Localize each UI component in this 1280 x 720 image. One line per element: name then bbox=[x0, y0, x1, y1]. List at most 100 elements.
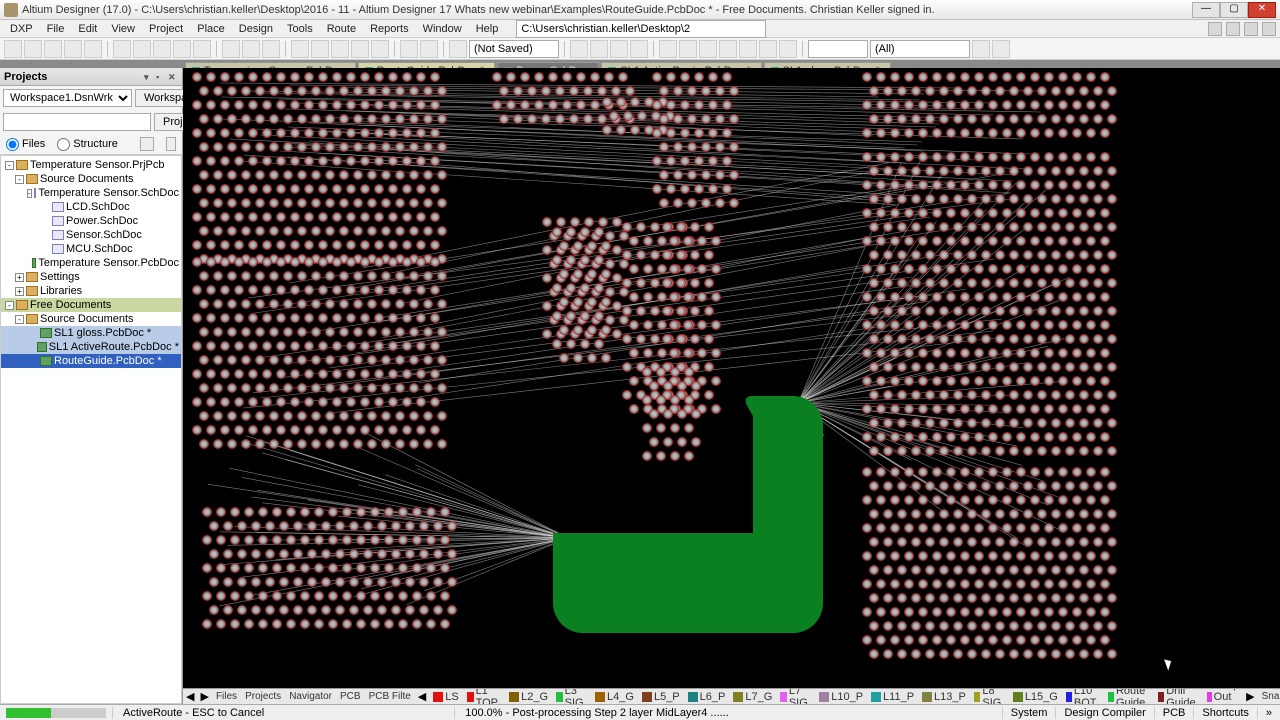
bga-pad[interactable] bbox=[270, 440, 278, 448]
bga-pad[interactable] bbox=[947, 181, 955, 189]
bga-pad[interactable] bbox=[1031, 73, 1039, 81]
bga-pad[interactable] bbox=[996, 363, 1004, 371]
bga-pad[interactable] bbox=[305, 101, 313, 109]
bga-pad[interactable] bbox=[273, 536, 281, 544]
bga-pad[interactable] bbox=[574, 270, 582, 278]
bga-pad[interactable] bbox=[1073, 153, 1081, 161]
bga-pad[interactable] bbox=[382, 440, 390, 448]
bga-pad[interactable] bbox=[347, 241, 355, 249]
bga-pad[interactable] bbox=[996, 335, 1004, 343]
bga-pad[interactable] bbox=[417, 185, 425, 193]
bga-pad[interactable] bbox=[674, 115, 682, 123]
bga-pad[interactable] bbox=[1073, 405, 1081, 413]
bga-pad[interactable] bbox=[933, 405, 941, 413]
bga-pad[interactable] bbox=[375, 370, 383, 378]
bga-pad[interactable] bbox=[245, 508, 253, 516]
bga-pad[interactable] bbox=[431, 258, 439, 266]
bga-pad[interactable] bbox=[581, 340, 589, 348]
bga-pad[interactable] bbox=[677, 223, 685, 231]
bga-pad[interactable] bbox=[1024, 622, 1032, 630]
bga-pad[interactable] bbox=[305, 286, 313, 294]
bga-pad[interactable] bbox=[954, 279, 962, 287]
bga-pad[interactable] bbox=[396, 440, 404, 448]
bga-pad[interactable] bbox=[989, 433, 997, 441]
bga-pad[interactable] bbox=[975, 101, 983, 109]
bga-pad[interactable] bbox=[610, 112, 618, 120]
bga-pad[interactable] bbox=[298, 384, 306, 392]
bga-pad[interactable] bbox=[996, 391, 1004, 399]
bga-pad[interactable] bbox=[410, 227, 418, 235]
bga-pad[interactable] bbox=[1052, 510, 1060, 518]
bga-pad[interactable] bbox=[863, 580, 871, 588]
bga-pad[interactable] bbox=[947, 433, 955, 441]
bga-pad[interactable] bbox=[361, 129, 369, 137]
bga-pad[interactable] bbox=[617, 98, 625, 106]
bga-pad[interactable] bbox=[1017, 293, 1025, 301]
bga-pad[interactable] bbox=[891, 636, 899, 644]
bga-pad[interactable] bbox=[207, 258, 215, 266]
bga-pad[interactable] bbox=[312, 199, 320, 207]
bga-pad[interactable] bbox=[203, 620, 211, 628]
bga-pad[interactable] bbox=[221, 426, 229, 434]
bga-pad[interactable] bbox=[1045, 636, 1053, 644]
bga-pad[interactable] bbox=[417, 157, 425, 165]
bga-pad[interactable] bbox=[431, 129, 439, 137]
bga-pad[interactable] bbox=[570, 87, 578, 95]
bga-pad[interactable] bbox=[389, 213, 397, 221]
bga-pad[interactable] bbox=[231, 536, 239, 544]
bga-pad[interactable] bbox=[905, 237, 913, 245]
bga-pad[interactable] bbox=[263, 241, 271, 249]
bga-pad[interactable] bbox=[438, 328, 446, 336]
bga-pad[interactable] bbox=[577, 101, 585, 109]
bga-pad[interactable] bbox=[1003, 468, 1011, 476]
bga-pad[interactable] bbox=[961, 153, 969, 161]
bga-pad[interactable] bbox=[417, 241, 425, 249]
bga-pad[interactable] bbox=[382, 143, 390, 151]
menu-file[interactable]: File bbox=[41, 21, 71, 37]
bga-pad[interactable] bbox=[996, 115, 1004, 123]
bga-pad[interactable] bbox=[870, 115, 878, 123]
bga-pad[interactable] bbox=[905, 209, 913, 217]
bga-pad[interactable] bbox=[968, 538, 976, 546]
bga-pad[interactable] bbox=[919, 293, 927, 301]
bga-pad[interactable] bbox=[326, 171, 334, 179]
bga-pad[interactable] bbox=[1108, 251, 1116, 259]
bga-pad[interactable] bbox=[919, 265, 927, 273]
bga-pad[interactable] bbox=[1108, 650, 1116, 658]
bga-pad[interactable] bbox=[688, 87, 696, 95]
bga-pad[interactable] bbox=[284, 384, 292, 392]
bga-pad[interactable] bbox=[347, 314, 355, 322]
bga-pad[interactable] bbox=[389, 73, 397, 81]
bga-pad[interactable] bbox=[968, 594, 976, 602]
bga-pad[interactable] bbox=[371, 620, 379, 628]
bga-pad[interactable] bbox=[685, 424, 693, 432]
bga-pad[interactable] bbox=[319, 213, 327, 221]
bga-pad[interactable] bbox=[1024, 391, 1032, 399]
bga-pad[interactable] bbox=[730, 115, 738, 123]
bga-pad[interactable] bbox=[884, 115, 892, 123]
bga-pad[interactable] bbox=[312, 115, 320, 123]
bga-pad[interactable] bbox=[884, 223, 892, 231]
bga-pad[interactable] bbox=[389, 241, 397, 249]
bga-pad[interactable] bbox=[249, 73, 257, 81]
bga-pad[interactable] bbox=[1038, 447, 1046, 455]
bga-pad[interactable] bbox=[1038, 195, 1046, 203]
bga-pad[interactable] bbox=[263, 398, 271, 406]
bga-pad[interactable] bbox=[653, 129, 661, 137]
bga-pad[interactable] bbox=[389, 157, 397, 165]
bga-pad[interactable] bbox=[322, 522, 330, 530]
bga-pad[interactable] bbox=[364, 522, 372, 530]
bga-pad[interactable] bbox=[940, 335, 948, 343]
bga-pad[interactable] bbox=[375, 157, 383, 165]
bga-pad[interactable] bbox=[308, 606, 316, 614]
bga-pad[interactable] bbox=[1045, 524, 1053, 532]
bga-pad[interactable] bbox=[434, 550, 442, 558]
bga-pad[interactable] bbox=[705, 391, 713, 399]
bga-pad[interactable] bbox=[224, 606, 232, 614]
bga-pad[interactable] bbox=[312, 227, 320, 235]
bga-pad[interactable] bbox=[954, 115, 962, 123]
bga-pad[interactable] bbox=[653, 185, 661, 193]
bga-pad[interactable] bbox=[613, 218, 621, 226]
bga-pad[interactable] bbox=[410, 199, 418, 207]
bga-pad[interactable] bbox=[912, 538, 920, 546]
